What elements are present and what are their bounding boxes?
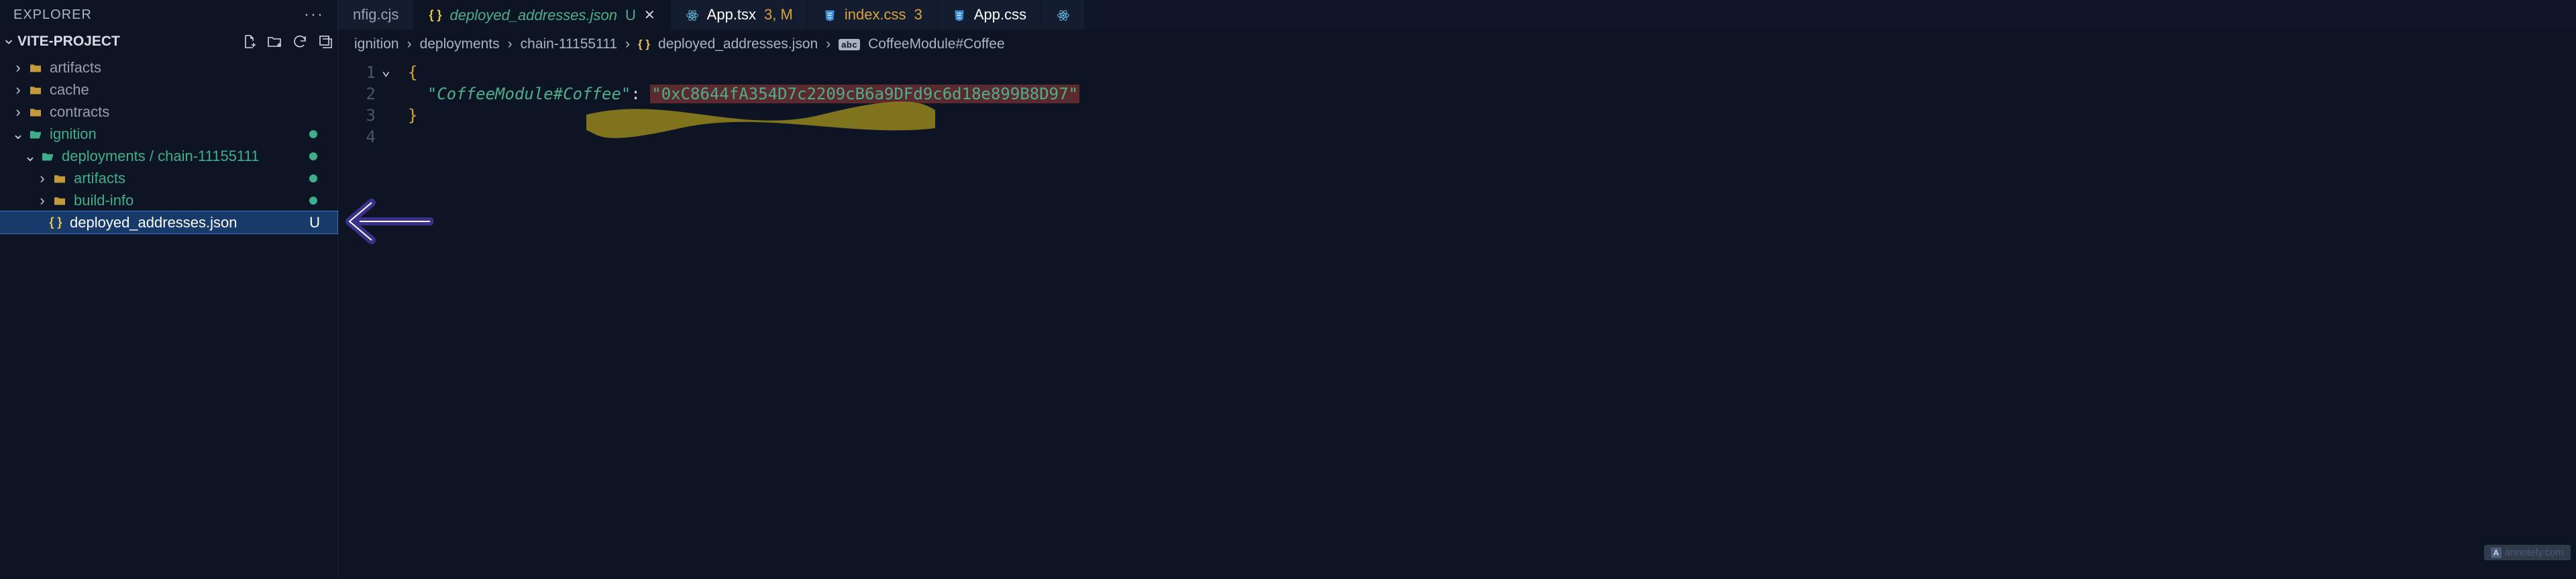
tree-label: deployments / chain-11155111 xyxy=(62,148,259,165)
tree-label: artifacts xyxy=(50,59,101,76)
project-name[interactable]: VITE-PROJECT xyxy=(4,34,241,50)
chevron-right-icon: › xyxy=(12,81,24,99)
tab-deployed-addresses[interactable]: { } deployed_addresses.json U ✕ xyxy=(414,0,670,30)
chevron-right-icon: › xyxy=(508,36,513,52)
chevron-down-icon: ⌄ xyxy=(12,125,24,143)
code-brace: } xyxy=(408,106,417,125)
tab-app-css[interactable]: App.css xyxy=(938,0,1042,30)
line-number: 2 xyxy=(338,83,376,105)
folder-icon xyxy=(28,107,43,117)
code-content: { "CoffeeModule#Coffee": "0xC8644fA354D7… xyxy=(385,62,1079,148)
tree-file-deployed-addresses[interactable]: { } deployed_addresses.json U xyxy=(0,211,337,233)
chevron-right-icon: › xyxy=(12,103,24,121)
new-folder-icon[interactable] xyxy=(266,34,282,50)
git-modified-badge: 3, M xyxy=(764,6,793,23)
line-gutter: 1 2 3 4 xyxy=(338,62,385,148)
file-tree: › artifacts › cache › contracts ⌄ igniti… xyxy=(0,54,337,233)
folder-open-icon xyxy=(28,129,43,140)
git-modified-dot-icon xyxy=(309,174,317,182)
json-file-icon: { } xyxy=(48,215,63,229)
react-icon xyxy=(686,6,699,23)
folder-icon xyxy=(52,173,67,184)
git-modified-dot-icon xyxy=(309,130,317,138)
folder-icon xyxy=(52,195,67,206)
annotation-arrow xyxy=(339,195,433,248)
editor-area: nfig.cjs { } deployed_addresses.json U ✕… xyxy=(338,0,2576,579)
chevron-down-icon xyxy=(4,37,13,46)
tree-label: cache xyxy=(50,81,89,99)
tree-folder-ignition[interactable]: ⌄ ignition xyxy=(0,123,337,145)
folder-open-icon xyxy=(40,151,55,162)
chevron-right-icon: › xyxy=(36,170,48,187)
tree-folder-artifacts[interactable]: › artifacts xyxy=(0,56,337,78)
tree-label: build-info xyxy=(74,192,133,209)
code-editor[interactable]: 1 2 3 4 { "CoffeeModule#Coffee": "0xC864… xyxy=(338,59,2576,148)
breadcrumb-item[interactable]: deployed_addresses.json xyxy=(658,36,818,52)
git-untracked-badge: U xyxy=(625,7,636,24)
watermark-badge: A annotely.com xyxy=(2484,545,2571,560)
line-number: 4 xyxy=(338,126,376,148)
tab-index-css[interactable]: index.css 3 xyxy=(808,0,938,30)
git-modified-dot-icon xyxy=(309,152,317,160)
tab-app-tsx[interactable]: App.tsx 3, M xyxy=(671,0,808,30)
watermark-text: annotely.com xyxy=(2505,547,2564,558)
breadcrumb-item[interactable]: CoffeeModule#Coffee xyxy=(868,36,1005,52)
problems-badge: 3 xyxy=(914,6,922,23)
close-icon[interactable]: ✕ xyxy=(644,7,655,23)
refresh-icon[interactable] xyxy=(292,34,308,50)
symbol-icon: abc xyxy=(839,39,860,50)
explorer-title: EXPLORER xyxy=(13,7,92,23)
tree-label: contracts xyxy=(50,103,109,121)
code-brace: { xyxy=(408,63,417,82)
chevron-down-icon: ⌄ xyxy=(24,148,36,165)
folder-icon xyxy=(28,62,43,73)
tab-label: App.css xyxy=(974,6,1026,23)
css-file-icon xyxy=(953,6,966,23)
line-number: 1 xyxy=(338,62,376,83)
tree-folder-cache[interactable]: › cache xyxy=(0,78,337,101)
chevron-right-icon: › xyxy=(36,192,48,209)
chevron-right-icon: › xyxy=(407,36,412,52)
explorer-sidebar: EXPLORER ··· VITE-PROJECT › artifacts xyxy=(0,0,338,579)
tab-label: deployed_addresses.json xyxy=(450,7,618,24)
css-file-icon xyxy=(823,6,837,23)
chevron-right-icon: › xyxy=(12,59,24,76)
chevron-right-icon: › xyxy=(625,36,630,52)
tree-label: ignition xyxy=(50,125,97,143)
react-icon xyxy=(1057,6,1070,23)
tab-label: index.css xyxy=(845,6,906,23)
tab-label: nfig.cjs xyxy=(353,6,398,23)
tab-bar: nfig.cjs { } deployed_addresses.json U ✕… xyxy=(338,0,2576,30)
annotation-highlight xyxy=(586,98,935,138)
folder-icon xyxy=(28,85,43,95)
tree-label: artifacts xyxy=(74,170,125,187)
tree-folder-deployments[interactable]: ⌄ deployments / chain-11155111 xyxy=(0,145,337,167)
line-number: 3 xyxy=(338,105,376,126)
json-file-icon: { } xyxy=(429,8,441,22)
tab-partial-next[interactable] xyxy=(1042,0,1085,30)
breadcrumb-item[interactable]: deployments xyxy=(420,36,500,52)
explorer-more-icon[interactable]: ··· xyxy=(304,5,324,24)
tree-label: deployed_addresses.json xyxy=(70,214,237,231)
tree-folder-buildinfo[interactable]: › build-info xyxy=(0,189,337,211)
new-file-icon[interactable] xyxy=(241,34,257,50)
tab-config[interactable]: nfig.cjs xyxy=(338,0,414,30)
tree-folder-artifacts2[interactable]: › artifacts xyxy=(0,167,337,189)
breadcrumb-item[interactable]: chain-11155111 xyxy=(521,36,617,52)
watermark-logo-icon: A xyxy=(2491,547,2502,558)
json-file-icon: { } xyxy=(638,38,650,51)
tab-label: App.tsx xyxy=(707,6,756,23)
chevron-right-icon: › xyxy=(826,36,830,52)
tree-folder-contracts[interactable]: › contracts xyxy=(0,101,337,123)
git-untracked-badge: U xyxy=(309,214,320,231)
breadcrumb: ignition › deployments › chain-11155111 › {… xyxy=(338,30,2576,59)
collapse-icon[interactable] xyxy=(317,34,333,50)
git-modified-dot-icon xyxy=(309,197,317,205)
breadcrumb-item[interactable]: ignition xyxy=(354,36,399,52)
